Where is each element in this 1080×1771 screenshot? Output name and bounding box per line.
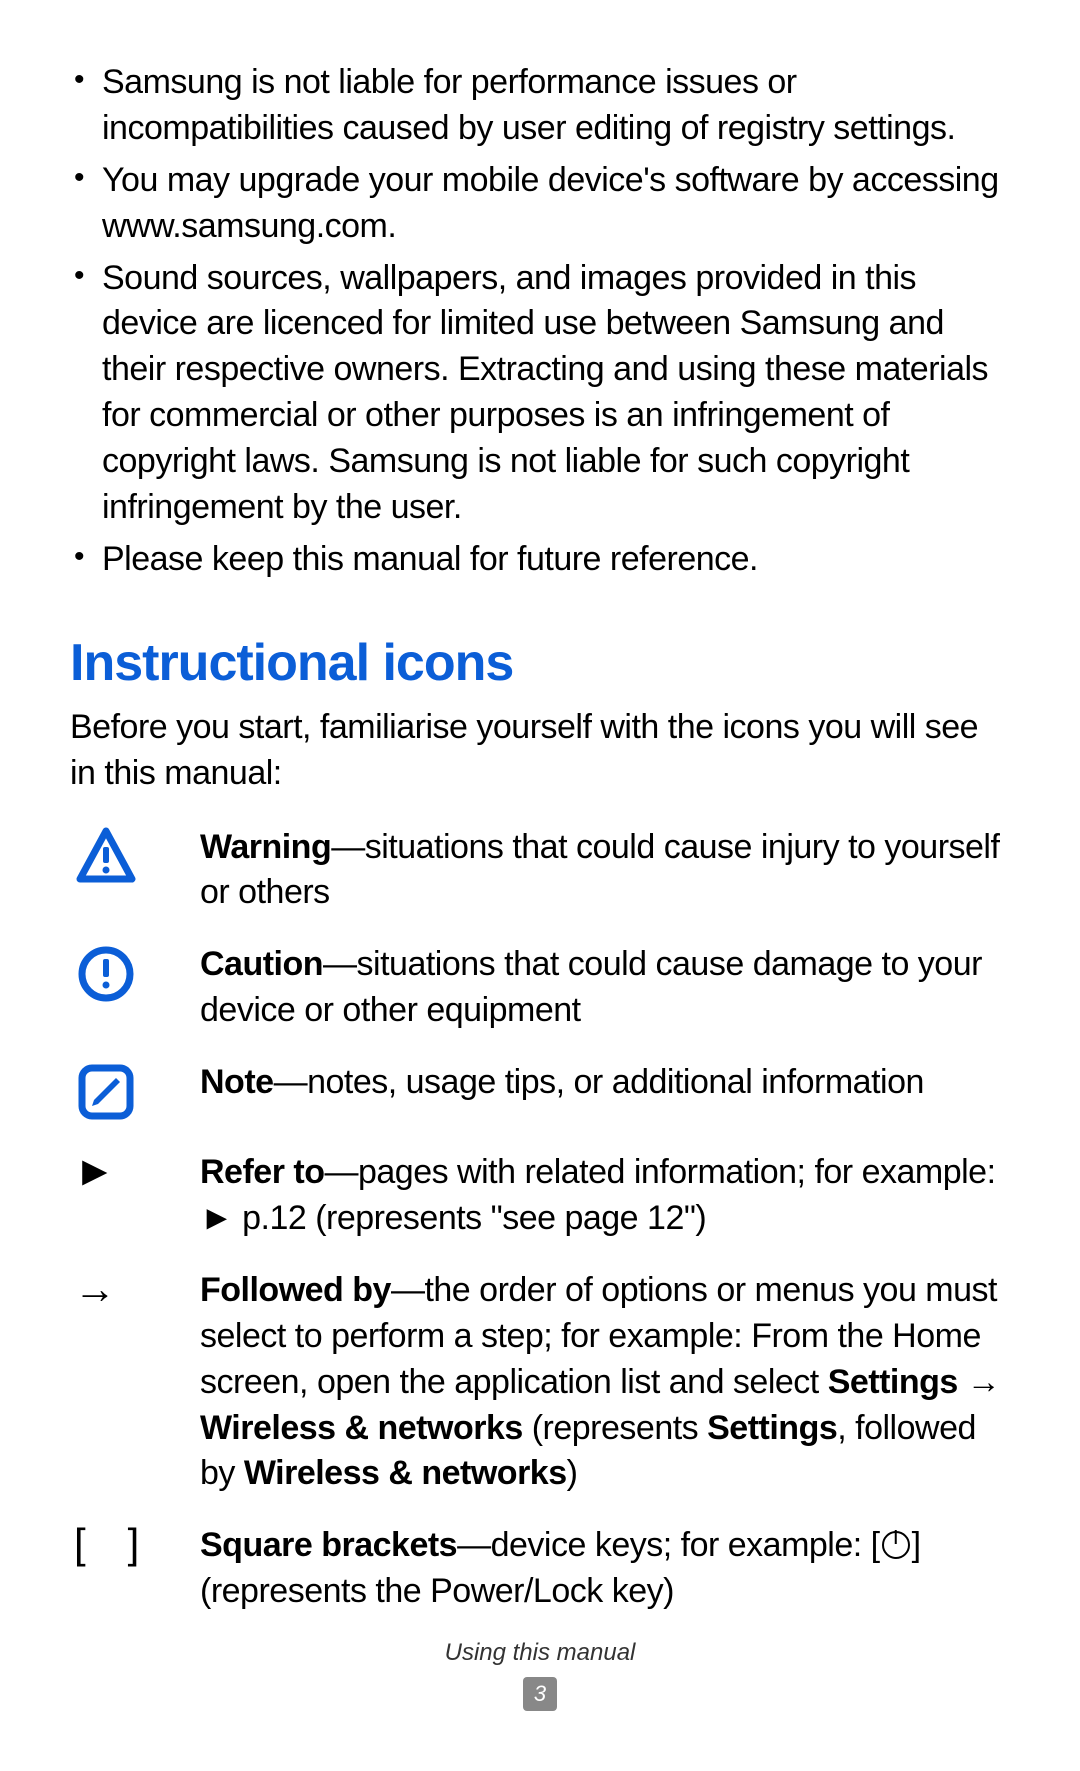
desc: —notes, usage tips, or additional inform… (274, 1063, 924, 1101)
mid: (represents (523, 1409, 707, 1447)
icon-row-caution: Caution—situations that could cause dama… (70, 942, 1010, 1034)
term: Caution (200, 945, 323, 983)
triangle-icon: ► (74, 1150, 116, 1192)
refer-icon: ► (70, 1150, 200, 1192)
footer: Using this manual 3 (0, 1639, 1080, 1711)
footer-text: Using this manual (0, 1639, 1080, 1667)
icon-desc: Square brackets—device keys; for example… (200, 1523, 1010, 1615)
intro-text: Before you start, familiarise yourself w… (70, 705, 1010, 797)
end: ) (567, 1454, 578, 1492)
bullet-item: Sound sources, wallpapers, and images pr… (70, 256, 1010, 531)
warning-icon (70, 825, 200, 889)
icon-desc: Followed by—the order of options or menu… (200, 1268, 1010, 1497)
power-icon (882, 1531, 910, 1559)
icon-row-warning: Warning—situations that could cause inju… (70, 825, 1010, 917)
term: Warning (200, 828, 331, 866)
icon-row-followed: → Followed by—the order of options or me… (70, 1268, 1010, 1497)
icon-row-brackets: [ ] Square brackets—device keys; for exa… (70, 1523, 1010, 1615)
desc-pre: —device keys; for example: [ (457, 1526, 880, 1564)
icon-desc: Caution—situations that could cause dama… (200, 942, 1010, 1034)
page-number: 3 (523, 1677, 557, 1711)
caution-icon (70, 942, 200, 1006)
bullet-item: Samsung is not liable for performance is… (70, 60, 1010, 152)
section-heading: Instructional icons (70, 633, 1010, 693)
icon-row-refer: ► Refer to—pages with related informatio… (70, 1150, 1010, 1242)
bullet-item: Please keep this manual for future refer… (70, 537, 1010, 583)
icon-row-note: Note—notes, usage tips, or additional in… (70, 1060, 1010, 1124)
arrow-icon: → (74, 1268, 116, 1310)
icon-desc: Refer to—pages with related information;… (200, 1150, 1010, 1242)
term: Refer to (200, 1153, 324, 1191)
term: Note (200, 1063, 274, 1101)
followed-icon: → (70, 1268, 200, 1310)
bold3: Wireless & networks (244, 1454, 567, 1492)
bullet-item: You may upgrade your mobile device's sof… (70, 158, 1010, 250)
brackets-symbol: [ ] (74, 1523, 139, 1565)
note-icon (70, 1060, 200, 1124)
term: Followed by (200, 1271, 391, 1309)
icon-desc: Warning—situations that could cause inju… (200, 825, 1010, 917)
term: Square brackets (200, 1526, 457, 1564)
bold2: Settings (707, 1409, 837, 1447)
icon-desc: Note—notes, usage tips, or additional in… (200, 1060, 1010, 1106)
brackets-icon: [ ] (70, 1523, 200, 1565)
bullet-list: Samsung is not liable for performance is… (70, 60, 1010, 583)
